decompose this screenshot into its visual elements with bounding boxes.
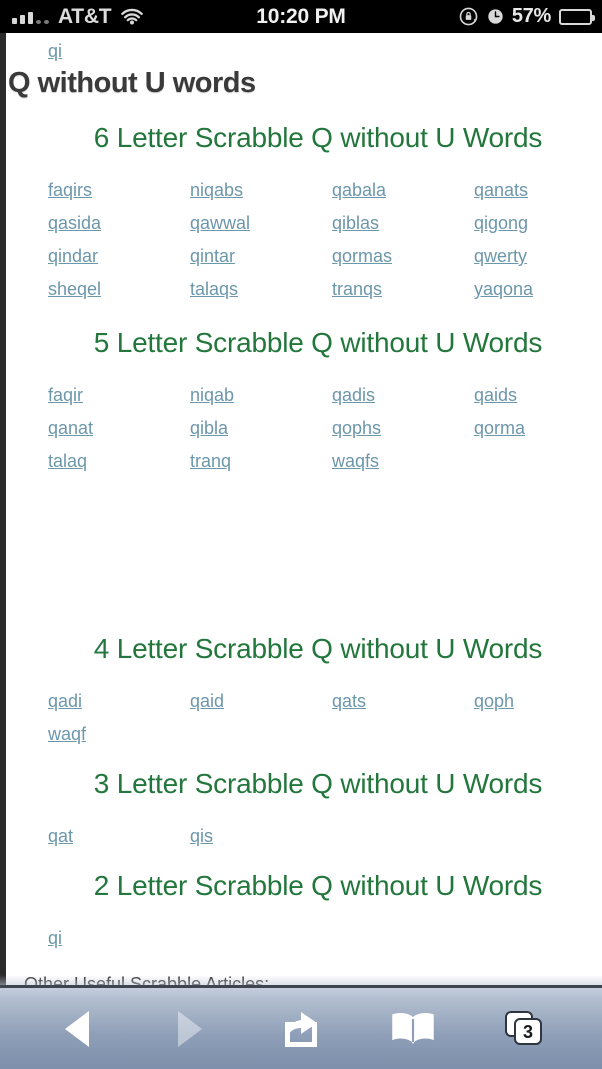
word-link[interactable]: qindar <box>48 242 98 270</box>
word-link[interactable]: qanats <box>474 176 528 204</box>
word-link[interactable]: qasida <box>48 209 101 237</box>
word-link[interactable]: faqirs <box>48 176 92 204</box>
word-link[interactable]: qats <box>332 687 366 715</box>
rotation-lock-icon <box>458 6 479 27</box>
word-link[interactable]: qintar <box>190 242 235 270</box>
word-link[interactable]: niqab <box>190 381 234 409</box>
word-link[interactable]: qigong <box>474 209 528 237</box>
word-link[interactable]: qormas <box>332 242 392 270</box>
word-grid-4-letter: qadi qaid qats qoph waqf <box>48 687 602 748</box>
forward-button[interactable] <box>152 998 226 1060</box>
word-link[interactable]: qoph <box>474 687 514 715</box>
other-articles-label: Other Useful Scrabble Articles: <box>24 974 270 985</box>
word-link[interactable]: faqir <box>48 381 83 409</box>
battery-percentage: 57% <box>511 5 551 27</box>
empty-ad-slot <box>6 475 602 633</box>
word-link[interactable]: qorma <box>474 414 525 442</box>
back-button[interactable] <box>41 998 115 1060</box>
word-link[interactable]: qi <box>48 924 62 952</box>
word-link[interactable]: sheqel <box>48 275 101 303</box>
wifi-icon <box>120 8 144 26</box>
word-link[interactable]: qiblas <box>332 209 379 237</box>
alarm-clock-icon <box>487 8 504 25</box>
word-link[interactable]: qabala <box>332 176 386 204</box>
word-link[interactable]: waqf <box>48 720 86 748</box>
safari-web-content[interactable]: qi Q without U words 6 Letter Scrabble Q… <box>0 33 602 985</box>
status-bar-right: 57% <box>458 5 595 28</box>
section-heading-6-letter: 6 Letter Scrabble Q without U Words <box>93 122 543 153</box>
word-grid-6-letter: faqirs niqabs qabala qanats qasida qawwa… <box>48 176 602 303</box>
back-arrow-icon <box>64 1010 89 1047</box>
top-word-link-row: qi <box>6 33 602 62</box>
word-link[interactable]: qadis <box>332 381 375 409</box>
word-grid-5-letter: faqir niqab qadis qaids qanat qibla qoph… <box>48 381 602 475</box>
signal-bars-icon <box>12 9 49 24</box>
word-link[interactable]: qwerty <box>474 242 527 270</box>
status-bar: AT&T 10:20 PM 57% <box>0 0 602 33</box>
word-link[interactable]: tranqs <box>332 275 382 303</box>
word-link[interactable]: waqfs <box>332 447 379 475</box>
page-title: Q without U words <box>8 67 256 99</box>
section-heading-5-letter: 5 Letter Scrabble Q without U Words <box>93 327 543 358</box>
carrier-name: AT&T <box>58 4 112 28</box>
word-link[interactable]: qawwal <box>190 209 250 237</box>
word-link[interactable]: qis <box>190 822 213 850</box>
status-bar-left: AT&T <box>0 5 144 29</box>
word-link[interactable]: qat <box>48 822 73 850</box>
word-link[interactable]: niqabs <box>190 176 243 204</box>
browser-toolbar: 3 <box>0 985 602 1069</box>
word-link[interactable]: qaid <box>190 687 224 715</box>
forward-arrow-icon <box>178 1010 203 1047</box>
word-link[interactable]: qibla <box>190 414 228 442</box>
word-link[interactable]: talaqs <box>190 275 238 303</box>
word-link[interactable]: tranq <box>190 447 231 475</box>
word-link-qi-top[interactable]: qi <box>48 41 62 61</box>
tab-count-label: 3 <box>523 1022 533 1042</box>
word-link[interactable]: qaids <box>474 381 517 409</box>
section-heading-2-letter: 2 Letter Scrabble Q without U Words <box>93 870 543 901</box>
iphone-safari-screen: AT&T 10:20 PM 57% qi Q without U words 6… <box>0 0 602 1069</box>
book-icon <box>391 1012 434 1044</box>
word-link[interactable]: yaqona <box>474 275 533 303</box>
section-heading-4-letter: 4 Letter Scrabble Q without U Words <box>93 633 543 664</box>
word-link[interactable]: qadi <box>48 687 82 715</box>
word-link[interactable]: talaq <box>48 447 87 475</box>
bookmarks-button[interactable] <box>376 998 450 1060</box>
page-body: qi Q without U words 6 Letter Scrabble Q… <box>6 33 602 985</box>
tabs-button[interactable]: 3 <box>487 998 561 1060</box>
share-button[interactable] <box>264 998 338 1060</box>
tabs-icon: 3 <box>505 1010 543 1045</box>
word-link[interactable]: qophs <box>332 414 381 442</box>
battery-icon <box>559 8 595 25</box>
word-grid-3-letter: qat qis <box>48 822 602 850</box>
word-link[interactable]: qanat <box>48 414 93 442</box>
share-icon <box>284 1011 317 1047</box>
word-grid-2-letter: qi <box>48 924 602 952</box>
section-heading-3-letter: 3 Letter Scrabble Q without U Words <box>93 768 543 799</box>
